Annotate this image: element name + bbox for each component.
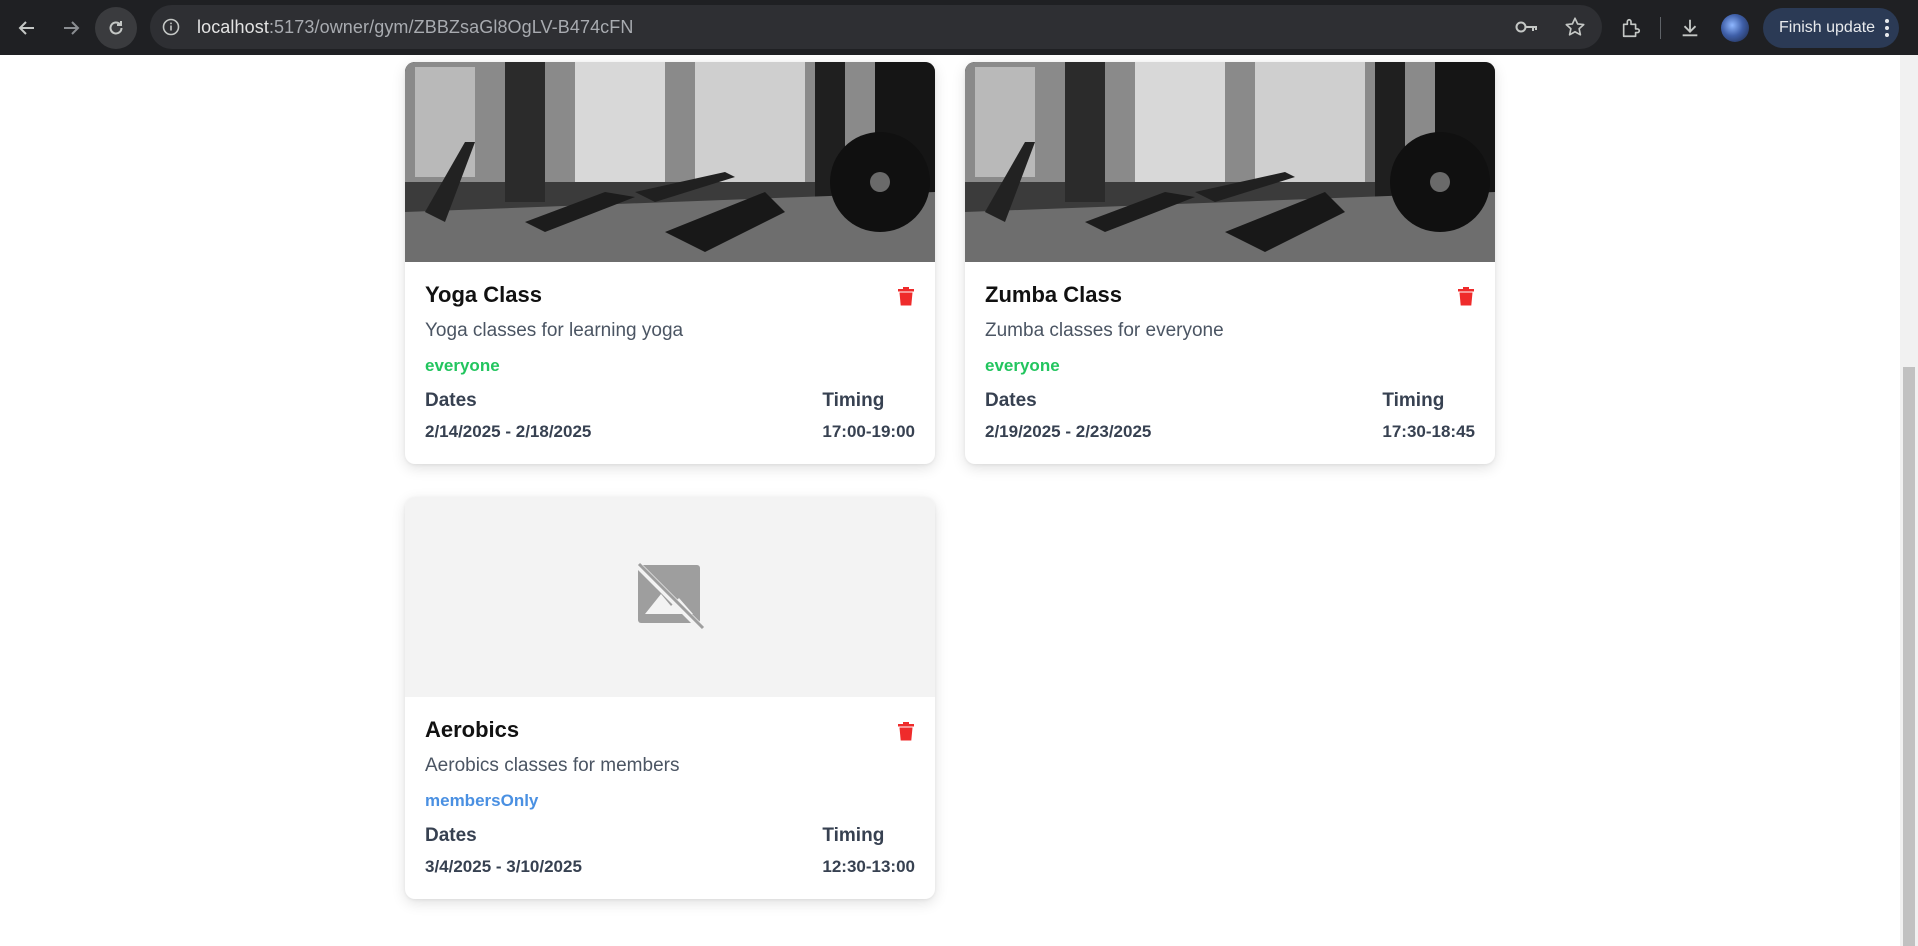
dates-value: 2/14/2025 - 2/18/2025 [425, 422, 592, 441]
gym-photo [965, 62, 1495, 262]
class-description: Aerobics classes for members [425, 755, 680, 776]
audience-badge: membersOnly [425, 791, 539, 810]
more-menu-icon[interactable] [1885, 18, 1890, 37]
delete-trash-icon[interactable] [897, 721, 915, 741]
page-content: Yoga Class Yoga classes for learning yog… [0, 55, 1900, 946]
delete-trash-icon[interactable] [897, 286, 915, 306]
class-description: Zumba classes for everyone [985, 320, 1224, 341]
site-info-icon[interactable] [160, 16, 182, 38]
dates-label: Dates [425, 825, 477, 846]
audience-badge: everyone [425, 356, 500, 375]
class-card: Zumba Class Zumba classes for everyone e… [965, 62, 1495, 464]
timing-label: Timing [822, 825, 885, 846]
toolbar-divider [1660, 16, 1661, 39]
page-scrollbar[interactable] [1900, 55, 1918, 946]
gym-photo [405, 62, 935, 262]
class-title: Zumba Class [985, 282, 1122, 307]
timing-label: Timing [1382, 390, 1445, 411]
dates-value: 3/4/2025 - 3/10/2025 [425, 857, 582, 876]
download-icon[interactable] [1677, 15, 1703, 41]
url-host: localhost [197, 16, 269, 37]
timing-label: Timing [822, 390, 885, 411]
class-card: Yoga Class Yoga classes for learning yog… [405, 62, 935, 464]
password-key-icon[interactable] [1514, 14, 1540, 40]
arrow-left-icon [18, 20, 34, 35]
timing-value: 17:00-19:00 [822, 422, 915, 441]
url-path: :5173/owner/gym/ZBBZsaGl8OgLV-B474cFN [268, 16, 634, 37]
scrollbar-thumb[interactable] [1903, 367, 1915, 946]
timing-value: 12:30-13:00 [822, 857, 915, 876]
audience-badge: everyone [985, 356, 1060, 375]
finish-update-label: Finish update [1779, 18, 1876, 36]
arrow-right-icon [64, 20, 80, 35]
forward-button[interactable] [49, 6, 93, 50]
class-title: Yoga Class [425, 282, 542, 307]
class-title: Aerobics [425, 717, 520, 742]
image-unavailable-icon [635, 562, 705, 632]
dates-label: Dates [985, 390, 1037, 411]
class-card: Aerobics Aerobics classes for members me… [405, 497, 935, 899]
image-placeholder [405, 497, 935, 697]
browser-toolbar: localhost:5173/owner/gym/ZBBZsaGl8OgLV-B… [0, 0, 1918, 55]
class-description: Yoga classes for learning yoga [425, 320, 684, 341]
extensions-icon[interactable] [1618, 15, 1644, 41]
dates-value: 2/19/2025 - 2/23/2025 [985, 422, 1152, 441]
delete-trash-icon[interactable] [1457, 286, 1475, 306]
dates-label: Dates [425, 390, 477, 411]
profile-avatar[interactable] [1721, 13, 1749, 42]
reload-icon [109, 20, 123, 34]
url-text[interactable]: localhost:5173/owner/gym/ZBBZsaGl8OgLV-B… [197, 17, 633, 38]
back-button[interactable] [5, 6, 49, 50]
address-bar[interactable]: localhost:5173/owner/gym/ZBBZsaGl8OgLV-B… [150, 5, 1602, 49]
timing-value: 17:30-18:45 [1382, 422, 1475, 441]
finish-update-button[interactable]: Finish update [1763, 7, 1900, 48]
bookmark-star-icon[interactable] [1562, 14, 1588, 40]
reload-button[interactable] [95, 6, 137, 49]
